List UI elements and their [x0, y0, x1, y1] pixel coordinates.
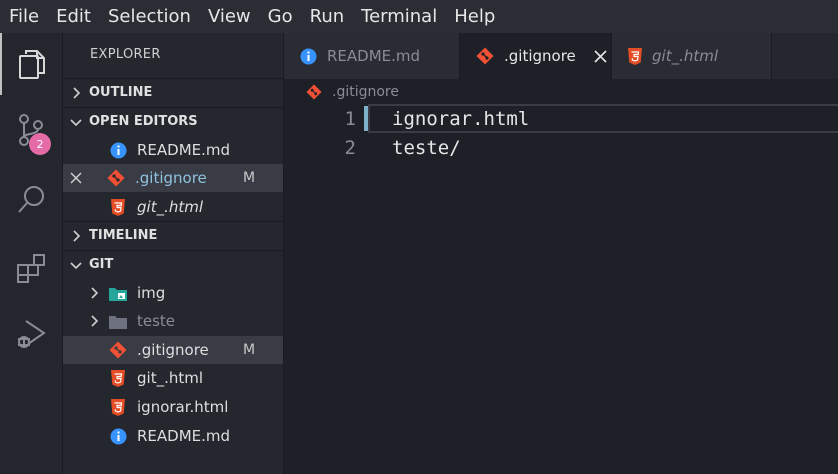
tab-label: README.md	[327, 47, 421, 65]
line-number: 1	[344, 107, 356, 130]
html5-icon	[109, 369, 127, 387]
tree-item-label: git_.html	[137, 369, 204, 387]
chevron-right-icon	[89, 287, 109, 299]
explorer-title: EXPLORER	[90, 47, 161, 62]
menu-go[interactable]: Go	[259, 6, 301, 27]
editor-tab-bar: README.md .gitignore git_.html	[284, 33, 838, 79]
menu-help[interactable]: Help	[445, 6, 503, 27]
files-icon	[19, 50, 45, 79]
code-line[interactable]: 2 teste/	[284, 133, 838, 162]
tab-gitignore[interactable]: .gitignore	[460, 33, 612, 79]
menu-file[interactable]: File	[0, 6, 47, 27]
menu-selection[interactable]: Selection	[99, 6, 199, 27]
open-editor-label: git_.html	[137, 198, 204, 216]
activity-bar: 2	[0, 33, 63, 474]
modified-badge: M	[243, 170, 256, 186]
explorer-sidebar: EXPLORER OUTLINE OPEN EDITORS README.md …	[63, 33, 284, 474]
git-icon	[107, 169, 125, 187]
extensions-icon	[17, 254, 45, 283]
git-icon	[109, 341, 127, 359]
section-outline[interactable]: OUTLINE	[63, 78, 283, 106]
explorer-activity[interactable]	[0, 33, 62, 95]
info-icon	[109, 427, 127, 445]
tree-item-gitignore[interactable]: .gitignore M	[63, 336, 283, 364]
chevron-right-icon	[89, 315, 109, 327]
tab-label: git_.html	[652, 47, 719, 65]
tree-item-git-html[interactable]: git_.html	[63, 364, 283, 392]
menu-edit[interactable]: Edit	[47, 6, 99, 27]
open-editor-gitignore[interactable]: .gitignore M	[63, 164, 283, 192]
html5-icon	[109, 198, 127, 216]
html5-icon	[109, 398, 127, 416]
breadcrumb-file: .gitignore	[332, 84, 399, 100]
current-line-highlight	[368, 104, 838, 133]
tree-item-label: README.md	[137, 427, 231, 445]
line-text: teste/	[392, 136, 461, 159]
tree-item-img[interactable]: img	[63, 279, 283, 307]
run-debug-icon	[18, 320, 46, 348]
open-editor-label: .gitignore	[135, 169, 207, 187]
tree-item-readme[interactable]: README.md	[63, 422, 283, 450]
tree-item-label: .gitignore	[137, 341, 209, 359]
breadcrumb[interactable]: .gitignore	[306, 84, 399, 100]
search-activity[interactable]	[0, 169, 62, 231]
folder-icon	[109, 312, 127, 330]
tree-item-label: ignorar.html	[137, 398, 229, 416]
menu-bar: File Edit Selection View Go Run Terminal…	[0, 0, 838, 33]
image-folder-icon	[109, 284, 127, 302]
section-open-editors[interactable]: OPEN EDITORS	[63, 107, 283, 135]
code-editor[interactable]: 1 ignorar.html 2 teste/	[284, 104, 838, 474]
info-icon	[300, 48, 317, 65]
open-editor-git-html[interactable]: git_.html	[63, 193, 283, 221]
tree-item-ignorar-html[interactable]: ignorar.html	[63, 393, 283, 421]
chevron-right-icon	[63, 229, 89, 242]
open-editor-readme[interactable]: README.md	[63, 136, 283, 164]
code-line[interactable]: 1 ignorar.html	[284, 104, 838, 133]
tab-readme[interactable]: README.md	[284, 33, 460, 79]
html5-icon	[628, 47, 642, 65]
git-icon	[306, 84, 322, 100]
chevron-right-icon	[63, 86, 89, 99]
info-icon	[109, 141, 127, 159]
tree-item-label: img	[137, 284, 166, 302]
section-open-editors-label: OPEN EDITORS	[89, 114, 198, 129]
search-icon	[18, 186, 44, 213]
modified-badge: M	[243, 342, 256, 358]
section-timeline-label: TIMELINE	[89, 228, 158, 243]
close-icon[interactable]	[63, 172, 89, 184]
section-git[interactable]: GIT	[63, 250, 283, 278]
tab-git-html[interactable]: git_.html	[612, 33, 772, 79]
open-editor-label: README.md	[137, 141, 231, 159]
section-timeline[interactable]: TIMELINE	[63, 221, 283, 249]
chevron-down-icon	[63, 117, 89, 127]
line-number: 2	[344, 136, 356, 159]
run-debug-activity[interactable]	[0, 303, 62, 365]
menu-terminal[interactable]: Terminal	[352, 6, 445, 27]
menu-view[interactable]: View	[199, 6, 259, 27]
chevron-down-icon	[63, 260, 89, 270]
tree-item-teste[interactable]: teste	[63, 307, 283, 335]
git-icon	[476, 47, 494, 65]
source-control-activity[interactable]	[0, 99, 62, 161]
cursor-line-marker	[364, 106, 368, 131]
tab-label: .gitignore	[504, 47, 576, 65]
extensions-activity[interactable]	[0, 237, 62, 299]
scm-badge: 2	[29, 133, 51, 155]
menu-run[interactable]: Run	[301, 6, 353, 27]
tree-item-label: teste	[137, 312, 176, 330]
section-outline-label: OUTLINE	[89, 85, 153, 100]
section-git-label: GIT	[89, 257, 114, 272]
close-icon[interactable]	[594, 49, 607, 63]
